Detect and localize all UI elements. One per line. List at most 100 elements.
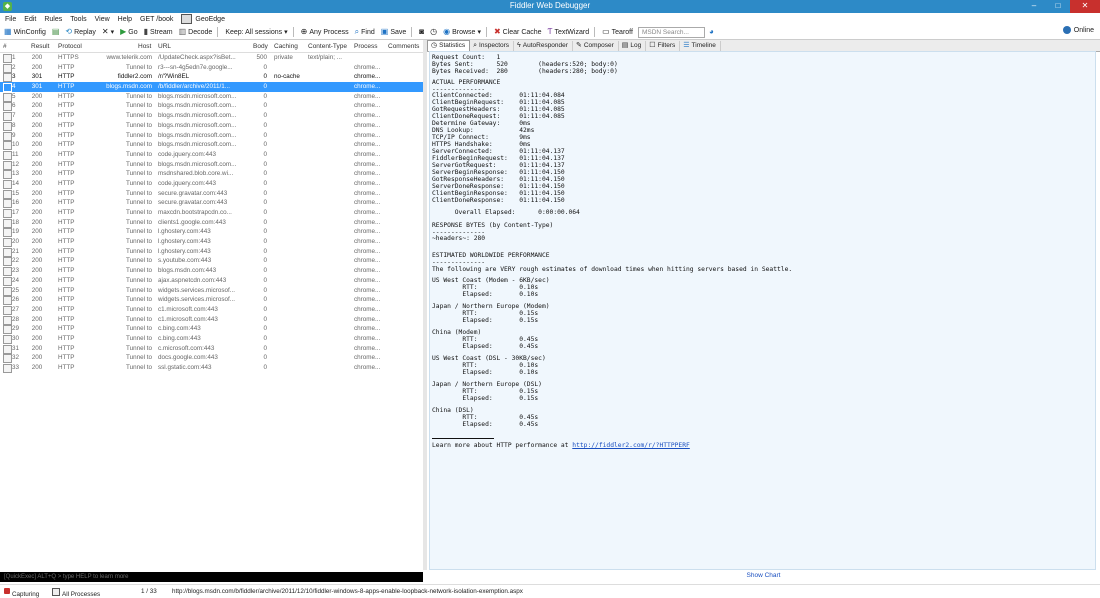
- table-row[interactable]: 12 200 HTTP Tunnel to blogs.msdn.microsoft.c…: [0, 160, 423, 170]
- learn-more-line: Learn more about HTTP performance at htt…: [430, 442, 690, 449]
- menu-geoedge[interactable]: GeoEdge: [181, 14, 225, 24]
- capturing-toggle[interactable]: Capturing: [4, 588, 39, 598]
- table-row[interactable]: 4 301 HTTP blogs.msdn.com/b/fiddler/archive…: [0, 82, 423, 93]
- session-host: Tunnel to: [125, 276, 152, 284]
- menu-edit[interactable]: Edit: [24, 16, 36, 23]
- table-row[interactable]: 5 200 HTTP Tunnel to blogs.msdn.microsoft.co…: [0, 92, 423, 102]
- msdn-search-input[interactable]: MSDN Search...: [637, 26, 705, 38]
- menu-rules[interactable]: Rules: [44, 16, 62, 23]
- table-row[interactable]: 11 200 HTTP Tunnel to code.jquery.com:443 0 ch…: [0, 150, 423, 160]
- table-row[interactable]: 32 200 HTTP Tunnel to docs.google.com:443 0 ch…: [0, 353, 423, 364]
- session-id: 30: [12, 334, 20, 342]
- table-row[interactable]: 23 200 HTTP Tunnel to blogs.msdn.com:443 0 chr…: [0, 266, 423, 277]
- any-process-button[interactable]: ⊕ Any Process: [301, 28, 349, 36]
- menu-file[interactable]: File: [5, 16, 16, 23]
- table-row[interactable]: 25 200 HTTP Tunnel to widgets.services.micro…: [0, 286, 423, 296]
- tab-filters[interactable]: ☐ Filters: [646, 41, 681, 51]
- session-body: 0: [263, 199, 267, 207]
- show-chart-link[interactable]: Show Chart: [427, 572, 1100, 579]
- help-button[interactable]: ◕: [709, 28, 714, 36]
- session-protocol: HTTP: [58, 83, 75, 91]
- close-icon[interactable]: ✕: [1070, 0, 1100, 13]
- col-header-comments[interactable]: Comments: [388, 43, 419, 50]
- menu-get-book[interactable]: GET /book: [140, 16, 173, 23]
- decode-button[interactable]: ▥ Decode: [179, 28, 213, 36]
- table-row[interactable]: 16 200 HTTP Tunnel to secure.gravatar.com:44…: [0, 198, 423, 209]
- table-row[interactable]: 1 200 HTTPS www.telerik.com/UpdateCheck.asp…: [0, 53, 423, 63]
- save-button[interactable]: ▣ Save: [381, 28, 407, 36]
- replay-button[interactable]: ⟲ Replay: [65, 28, 96, 36]
- clear-cache-button[interactable]: ✖ Clear Cache: [494, 28, 542, 36]
- tab-inspectors[interactable]: ⌕ Inspectors: [470, 41, 515, 51]
- table-row[interactable]: 6 200 HTTP Tunnel to blogs.msdn.microsoft.co…: [0, 101, 423, 112]
- col-header-caching[interactable]: Caching: [274, 43, 298, 50]
- table-row[interactable]: 18 200 HTTP Tunnel to clients1.google.com:44…: [0, 218, 423, 228]
- table-row[interactable]: 8 200 HTTP Tunnel to blogs.msdn.microsoft.co…: [0, 121, 423, 131]
- table-row[interactable]: 20 200 HTTP Tunnel to l.ghostery.com:443 0 chr…: [0, 237, 423, 248]
- table-row[interactable]: 26 200 HTTP Tunnel to widgets.services.micro…: [0, 295, 423, 306]
- stream-button[interactable]: ▮ Stream: [144, 28, 173, 36]
- table-row[interactable]: 30 200 HTTP Tunnel to c.bing.com:443 0 chrome.…: [0, 334, 423, 344]
- col-header-process[interactable]: Process: [354, 43, 377, 50]
- screenshot-button[interactable]: ◙: [419, 28, 424, 36]
- winconfig-button[interactable]: ▦ WinConfig: [4, 28, 46, 36]
- menu-view[interactable]: View: [95, 16, 110, 23]
- table-row[interactable]: 2 200 HTTP Tunnel to r3---sn-4g5edn7e.google…: [0, 63, 423, 73]
- table-row[interactable]: 10 200 HTTP Tunnel to blogs.msdn.microsoft.c…: [0, 140, 423, 151]
- timer-button[interactable]: ◷: [430, 28, 437, 36]
- table-row[interactable]: 33 200 HTTP Tunnel to ssl.gstatic.com:443 0 ch…: [0, 363, 423, 373]
- table-row[interactable]: 14 200 HTTP Tunnel to code.jquery.com:443 0 ch…: [0, 179, 423, 189]
- minimize-icon[interactable]: –: [1022, 0, 1046, 13]
- remove-button[interactable]: ✕ ▾: [102, 28, 114, 37]
- tab-autoresponder[interactable]: ϟ AutoResponder: [514, 41, 573, 51]
- table-row[interactable]: 27 200 HTTP Tunnel to c1.microsoft.com:443 0 c…: [0, 305, 423, 315]
- quickexec-input[interactable]: [QuickExec] ALT+Q > type HELP to learn m…: [0, 572, 423, 582]
- table-row[interactable]: 21 200 HTTP Tunnel to l.ghostery.com:443 0 chr…: [0, 247, 423, 257]
- table-row[interactable]: 19 200 HTTP Tunnel to l.ghostery.com:443 0 chr…: [0, 227, 423, 238]
- col-header-result[interactable]: Result: [31, 43, 49, 50]
- col-header-url[interactable]: URL: [158, 43, 171, 50]
- menu-tools[interactable]: Tools: [70, 16, 86, 23]
- table-row[interactable]: 28 200 HTTP Tunnel to c1.microsoft.com:443 0 c…: [0, 315, 423, 325]
- table-row[interactable]: 29 200 HTTP Tunnel to c.bing.com:443 0 chrome.…: [0, 324, 423, 335]
- col-header-protocol[interactable]: Protocol: [58, 43, 82, 50]
- tab-timeline[interactable]: ☰ Timeline: [680, 41, 721, 51]
- find-button[interactable]: ⌕ Find: [355, 28, 375, 36]
- tab-statistics[interactable]: ◷ Statistics: [427, 40, 471, 51]
- process-filter[interactable]: All Processes: [52, 588, 100, 598]
- session-protocol: HTTP: [58, 315, 75, 323]
- table-row[interactable]: 22 200 HTTP Tunnel to s.youtube.com:443 0 chro…: [0, 256, 423, 267]
- table-row[interactable]: 7 200 HTTP Tunnel to blogs.msdn.microsoft.co…: [0, 111, 423, 122]
- session-type-icon: [3, 267, 12, 277]
- session-result: 200: [31, 121, 43, 129]
- online-indicator[interactable]: Online: [1062, 26, 1094, 34]
- session-result: 200: [31, 112, 43, 120]
- maximize-icon[interactable]: □: [1046, 0, 1070, 13]
- comment-button[interactable]: ▤: [52, 28, 60, 36]
- session-id: 15: [12, 189, 20, 197]
- keep-sessions-dropdown[interactable]: Keep: All sessions ▾: [225, 28, 287, 37]
- tearoff-button[interactable]: ▭ Tearoff: [602, 28, 633, 36]
- table-row[interactable]: 9 200 HTTP Tunnel to blogs.msdn.microsoft.co…: [0, 131, 423, 141]
- session-process: chrome...: [354, 131, 381, 139]
- table-row[interactable]: 24 200 HTTP Tunnel to ajax.aspnetcdn.com:443…: [0, 276, 423, 286]
- col-header-host[interactable]: Host: [138, 43, 151, 50]
- col-header-body[interactable]: Body: [253, 43, 268, 50]
- divider-line: [432, 438, 494, 439]
- session-process: chrome...: [354, 218, 381, 226]
- table-row[interactable]: 15 200 HTTP Tunnel to secure.gravatar.com:44…: [0, 189, 423, 199]
- table-row[interactable]: 3 301 HTTP fiddler2.com/r/?Win8EL 0 no-cache c…: [0, 72, 423, 83]
- tab-composer[interactable]: ✎ Composer: [573, 41, 619, 51]
- table-row[interactable]: 31 200 HTTP Tunnel to c.microsoft.com:443 0 ch…: [0, 344, 423, 354]
- table-row[interactable]: 13 200 HTTP Tunnel to msdnshared.blob.core.w…: [0, 169, 423, 180]
- menu-help[interactable]: Help: [118, 16, 132, 23]
- table-row[interactable]: 17 200 HTTP Tunnel to maxcdn.bootstrapcdn.co…: [0, 208, 423, 218]
- textwizard-button[interactable]: Ƭ TextWizard: [548, 28, 590, 36]
- col-header-content-type[interactable]: Content-Type: [308, 43, 347, 50]
- col-header-num[interactable]: #: [3, 43, 7, 50]
- tab-log[interactable]: ▤ Log: [619, 41, 647, 51]
- session-type-icon: [3, 112, 12, 122]
- http-perf-link[interactable]: http://fiddler2.com/r/?HTTPPERF: [572, 442, 690, 449]
- go-button[interactable]: ▶ Go: [120, 28, 138, 36]
- browse-button[interactable]: ◉ Browse ▾: [443, 28, 481, 37]
